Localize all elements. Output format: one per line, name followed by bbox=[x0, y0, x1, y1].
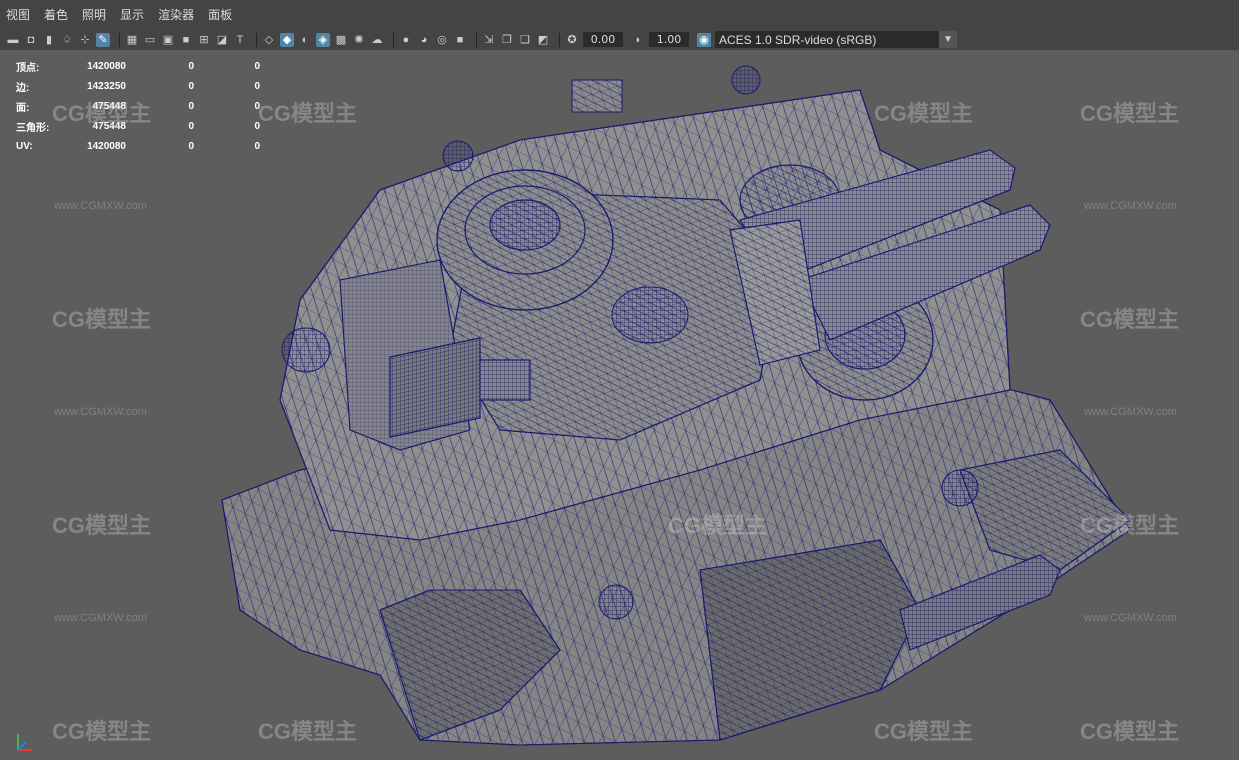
gate-mask-icon[interactable]: ■ bbox=[179, 33, 193, 47]
watermark-logo: CG模型主 bbox=[52, 101, 152, 126]
anti-alias-icon[interactable]: ◎ bbox=[435, 33, 449, 47]
menu-show[interactable]: 显示 bbox=[120, 6, 144, 23]
side-wheel bbox=[281, 327, 331, 373]
xray-components-icon[interactable]: ◩ bbox=[536, 33, 550, 47]
default-material-icon[interactable]: ◐ bbox=[298, 33, 312, 47]
watermark-url: www.CGMXW.com bbox=[1084, 612, 1177, 624]
watermark-url: www.CGMXW.com bbox=[54, 200, 147, 212]
toolbar-divider bbox=[476, 32, 477, 47]
hud-selected: 0 bbox=[188, 80, 194, 92]
hud-tri: 0 bbox=[254, 140, 260, 152]
watermark-logo: CG模型主 bbox=[1080, 719, 1180, 744]
xray-icon[interactable]: ❐ bbox=[500, 33, 514, 47]
resolution-gate-icon[interactable]: ▣ bbox=[161, 33, 175, 47]
watermark-logo: CG模型主 bbox=[52, 719, 152, 744]
exposure-field[interactable]: 0.00 bbox=[583, 32, 623, 47]
panel-toolbar: ▬ ◘ ▮ ♤ ⊹ ✎ ▦ ▭ ▣ ■ ⊞ ◪ T ◇ ◆ ◐ ◈ ▩ ✺ ☁ … bbox=[0, 29, 1239, 50]
textured-icon[interactable]: ▩ bbox=[334, 33, 348, 47]
3d-viewport[interactable]: 顶点: 1420080 0 0 边: 1423250 0 0 面: 475448… bbox=[0, 50, 1239, 760]
wireframe-icon[interactable]: ◇ bbox=[262, 33, 276, 47]
watermark-logo: CG模型主 bbox=[668, 513, 768, 538]
hud-label: 顶点: bbox=[16, 62, 40, 74]
watermark-logo: CG模型主 bbox=[258, 719, 358, 744]
field-chart-icon[interactable]: ⊞ bbox=[197, 33, 211, 47]
hud-tri: 0 bbox=[254, 100, 260, 112]
hud-tri: 0 bbox=[254, 60, 260, 72]
film-gate-icon[interactable]: ▭ bbox=[143, 33, 157, 47]
gamma-field[interactable]: 1.00 bbox=[649, 32, 689, 47]
hud-label: UV: bbox=[16, 140, 33, 152]
watermark-url: www.CGMXW.com bbox=[1084, 200, 1177, 212]
grease-pencil-icon[interactable]: ✎ bbox=[96, 32, 110, 47]
smooth-shade-icon[interactable]: ◆ bbox=[280, 32, 294, 47]
hud-tri: 0 bbox=[254, 120, 260, 132]
safe-title-icon[interactable]: T bbox=[233, 33, 247, 47]
grid-icon[interactable]: ▦ bbox=[125, 33, 139, 47]
2d-pan-icon[interactable]: ⊹ bbox=[78, 33, 92, 47]
hud-selected: 0 bbox=[188, 60, 194, 72]
watermark-logo: CG模型主 bbox=[874, 101, 974, 126]
menu-renderer[interactable]: 渲染器 bbox=[158, 6, 194, 23]
ambient-occlusion-icon[interactable]: ● bbox=[399, 33, 413, 47]
gamma-icon[interactable]: ◗ bbox=[631, 33, 645, 47]
exposure-icon[interactable]: ✪ bbox=[565, 33, 579, 47]
watermark-logo: CG模型主 bbox=[1080, 101, 1180, 126]
watermark-logo: CG模型主 bbox=[258, 101, 358, 126]
watermark-url: www.CGMXW.com bbox=[1084, 406, 1177, 418]
xray-joints-icon[interactable]: ❏ bbox=[518, 33, 532, 47]
lock-camera-icon[interactable]: ◘ bbox=[24, 33, 38, 47]
menu-shading[interactable]: 着色 bbox=[44, 6, 68, 23]
motion-blur-icon[interactable]: ◕ bbox=[417, 33, 431, 47]
toolbar-divider bbox=[119, 32, 120, 47]
hud-total: 1420080 bbox=[87, 140, 126, 152]
shadows-icon[interactable]: ☁ bbox=[370, 33, 384, 47]
hud-total: 1420080 bbox=[87, 60, 126, 72]
image-plane-icon[interactable]: ♤ bbox=[60, 33, 74, 47]
periscope bbox=[611, 286, 689, 344]
hud-total: 1423250 bbox=[87, 80, 126, 92]
menu-lighting[interactable]: 照明 bbox=[82, 6, 106, 23]
hud-row-uvs: UV: 1420080 0 0 bbox=[16, 136, 260, 156]
watermark-logo: CG模型主 bbox=[874, 719, 974, 744]
color-space-select[interactable]: ACES 1.0 SDR-video (sRGB) ▼ bbox=[715, 31, 957, 48]
safe-action-icon[interactable]: ◪ bbox=[215, 33, 229, 47]
hud-row-edges: 边: 1423250 0 0 bbox=[16, 76, 260, 96]
watermark-logo: CG模型主 bbox=[52, 513, 152, 538]
tank-model-wireframe bbox=[221, 65, 1131, 746]
watermark-logo: CG模型主 bbox=[1080, 307, 1180, 332]
toolbar-divider bbox=[559, 32, 560, 47]
menu-view[interactable]: 视图 bbox=[6, 6, 30, 23]
chevron-down-icon[interactable]: ▼ bbox=[939, 31, 957, 48]
watermark-logo: CG模型主 bbox=[1080, 513, 1180, 538]
lights-icon[interactable]: ✺ bbox=[352, 33, 366, 47]
color-space-label: ACES 1.0 SDR-video (sRGB) bbox=[719, 32, 877, 47]
toolbar-divider bbox=[256, 32, 257, 47]
watermark-logo: CG模型主 bbox=[52, 307, 152, 332]
camera-icon[interactable]: ▬ bbox=[6, 33, 20, 47]
hud-tri: 0 bbox=[254, 80, 260, 92]
watermark-url: www.CGMXW.com bbox=[54, 406, 147, 418]
wireframe-on-shaded-icon[interactable]: ◈ bbox=[316, 32, 330, 47]
hud-label: 边: bbox=[16, 82, 30, 94]
hatch-left bbox=[436, 169, 614, 311]
isolate-select-icon[interactable]: ⇲ bbox=[482, 33, 496, 47]
menu-bar: 视图 着色 照明 显示 渲染器 面板 bbox=[0, 0, 1239, 29]
menu-panels[interactable]: 面板 bbox=[208, 6, 232, 23]
color-management-icon[interactable]: ◉ bbox=[697, 32, 711, 47]
toolbar-divider bbox=[393, 32, 394, 47]
bookmark-icon[interactable]: ▮ bbox=[42, 33, 56, 47]
hud-selected: 0 bbox=[188, 140, 194, 152]
hud-row-vertices: 顶点: 1420080 0 0 bbox=[16, 56, 260, 76]
depth-of-field-icon[interactable]: ■ bbox=[453, 33, 467, 47]
watermark-url: www.CGMXW.com bbox=[54, 612, 147, 624]
view-axis-icon bbox=[17, 734, 32, 751]
